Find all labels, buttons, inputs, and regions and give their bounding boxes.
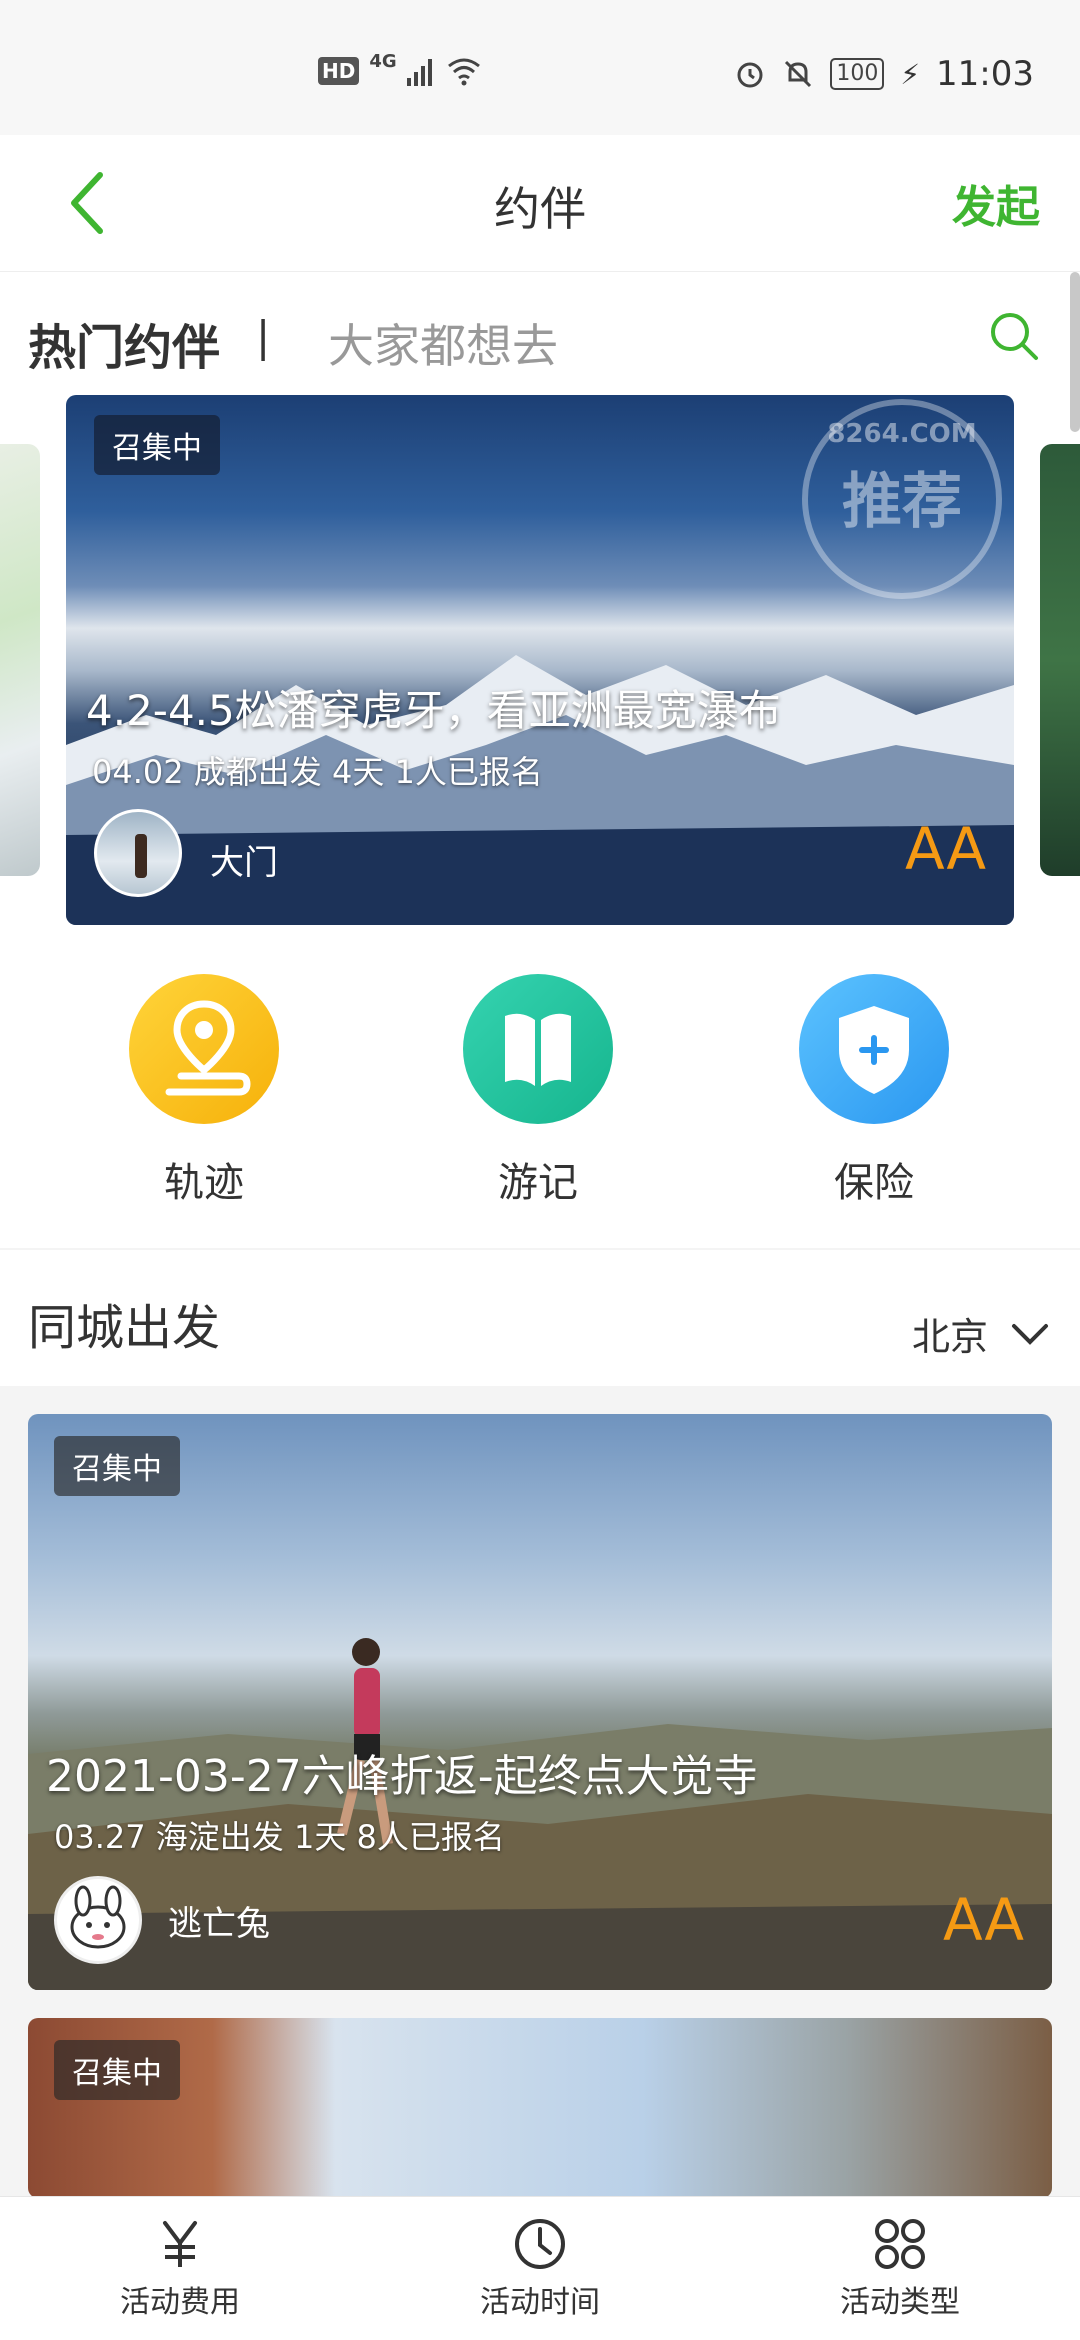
recommend-stamp: 8264.COM 推荐 (802, 399, 1002, 599)
quick-action-label: 游记 (498, 1160, 578, 1206)
hot-section-title: 热门约伴 (28, 320, 221, 376)
tab-label: 活动时间 (480, 2285, 600, 2320)
search-icon (991, 313, 1038, 360)
tab-time-filter[interactable]: 活动时间 (360, 2197, 720, 2340)
popular-tab[interactable]: 大家都想去 (328, 310, 558, 376)
tab-label: 活动费用 (120, 2285, 240, 2320)
status-left: HD 4G (318, 51, 481, 86)
filter-bar: 活动费用 活动时间 活动类型 (0, 2196, 1080, 2340)
quick-action-label: 保险 (834, 1160, 914, 1206)
local-section-title: 同城出发 (28, 1300, 221, 1356)
tab-cost-filter[interactable]: 活动费用 (0, 2197, 360, 2340)
track-action[interactable]: 轨迹 (94, 974, 314, 1208)
nav-bar: 约伴 发起 (0, 135, 1080, 272)
tab-label: 活动类型 (840, 2285, 960, 2320)
mute-icon (785, 60, 812, 88)
create-button[interactable]: 发起 (952, 171, 1040, 235)
chevron-down-icon (1012, 1323, 1048, 1345)
city-name: 北京 (911, 1315, 988, 1359)
featured-trip-card[interactable]: 召集中 8264.COM 推荐 4.2-4.5松潘穿虎牙，看亚洲最宽瀑布 04.… (66, 395, 1014, 925)
search-button[interactable] (986, 308, 1042, 364)
cost-type: AA (905, 815, 986, 883)
battery-level: 100 (830, 58, 885, 90)
status-badge: 召集中 (54, 2040, 180, 2100)
status-right: 100 ⚡ 11:03 (734, 54, 1034, 94)
avatar[interactable] (94, 809, 182, 897)
charging-icon: ⚡ (900, 57, 921, 91)
organizer-name: 大门 (210, 843, 278, 883)
shield-plus-icon (799, 974, 949, 1124)
book-icon (463, 974, 613, 1124)
location-track-icon (129, 974, 279, 1124)
event-title: 2021-03-27六峰折返-起终点大觉寺 (46, 1751, 758, 1802)
event-meta: 03.27 海淀出发 1天 8人已报名 (54, 1818, 505, 1856)
insurance-action[interactable]: 保险 (764, 974, 984, 1208)
scrollbar[interactable] (1070, 272, 1080, 432)
grid-circles-icon (875, 2219, 925, 2269)
clock-icon (515, 2219, 565, 2269)
organizer-name: 逃亡兔 (168, 1904, 270, 1944)
status-badge: 召集中 (94, 415, 220, 475)
status-badge: 召集中 (54, 1436, 180, 1496)
trip-title: 4.2-4.5松潘穿虎牙，看亚洲最宽瀑布 (86, 686, 781, 735)
bunny-avatar-icon (70, 1885, 126, 1949)
trip-meta: 04.02 成都出发 4天 1人已报名 (92, 753, 543, 791)
avatar[interactable] (54, 1876, 142, 1964)
page-title: 约伴 (494, 182, 586, 236)
clock-time: 11:03 (936, 54, 1034, 94)
hot-section: 热门约伴 | 大家都想去 召集中 8264.COM 推荐 4.2-4.5松潘穿虎… (0, 272, 1080, 1248)
yuan-icon (163, 2221, 197, 2267)
city-selector[interactable]: 北京 (912, 1306, 1050, 1361)
tab-type-filter[interactable]: 活动类型 (720, 2197, 1080, 2340)
hd-indicator: HD (318, 57, 360, 85)
alarm-icon (737, 62, 763, 88)
signal-icon (406, 59, 432, 86)
cost-type: AA (943, 1886, 1024, 1954)
carousel-card-next[interactable] (1040, 444, 1080, 876)
status-bar: HD 4G 100 ⚡ 11:03 (0, 0, 1080, 135)
event-card[interactable]: 召集中 2021-03-27六峰折返-起终点大觉寺 03.27 海淀出发 1天 … (28, 1414, 1052, 1990)
wifi-icon (447, 58, 480, 86)
notes-action[interactable]: 游记 (428, 974, 648, 1208)
quick-action-label: 轨迹 (164, 1160, 244, 1206)
local-section-header: 同城出发 北京 (0, 1250, 1080, 1386)
carousel-card-prev[interactable] (0, 444, 40, 876)
event-card[interactable]: 召集中 (28, 2018, 1052, 2198)
title-divider: | (256, 312, 271, 361)
network-type: 4G (369, 50, 397, 72)
